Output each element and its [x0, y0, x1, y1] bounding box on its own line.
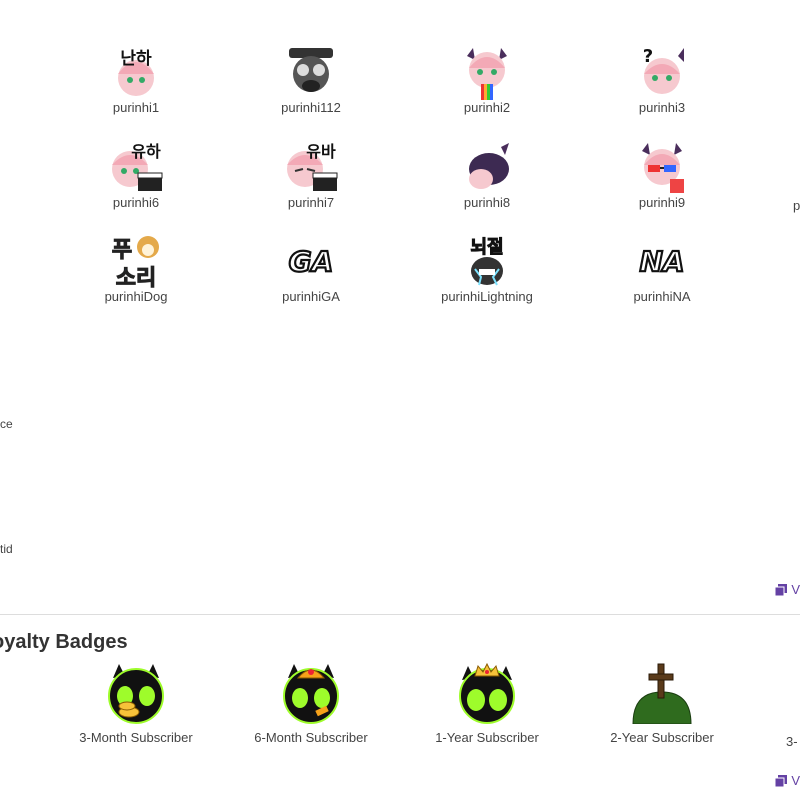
emote-item[interactable]: purinhi8 [412, 139, 562, 211]
emote-overlay-text: 유하 [131, 142, 161, 161]
emote-purinhi8-image [459, 139, 515, 195]
emote-purinhi1-image: 난하 [108, 44, 164, 100]
emote-label: purinhi2 [463, 100, 511, 115]
devil-crown-badge-icon [459, 662, 515, 724]
emote-item[interactable]: NA purinhiNA [587, 233, 737, 305]
emote-overlay-text: ? [643, 46, 653, 67]
emote-label: purinhiDog [104, 289, 168, 304]
devil-helmet-badge-icon [283, 664, 339, 724]
emote-label: purinhiGA [282, 289, 340, 304]
emote-purinhi9-image [634, 139, 690, 195]
emote-item[interactable]: 난하 purinhi1 [61, 44, 211, 116]
badge-label: 1-Year Subscriber [435, 730, 539, 745]
view-all-link[interactable]: V [774, 773, 800, 788]
section-title: oyalty Badges [0, 631, 128, 653]
clipped-side-text: ce [0, 417, 13, 431]
badge-item[interactable]: 3-Month Subscriber [51, 662, 221, 745]
badge-label: 2-Year Subscriber [610, 730, 714, 745]
copy-icon [774, 774, 788, 787]
emote-overlay-text: 푸 [112, 238, 132, 263]
emote-purinhi7-image: 유바 [283, 139, 339, 195]
emote-overlay-text: GA [289, 245, 334, 278]
emote-label-clipped: p [793, 198, 800, 213]
badge-item[interactable]: 2-Year Subscriber [577, 662, 747, 745]
emote-overlay-text: 유바 [306, 142, 336, 161]
emote-item[interactable]: purinhi9 [587, 139, 737, 211]
emote-label: purinhi1 [112, 100, 160, 115]
emote-purinhi3-image: ? [634, 44, 690, 100]
emote-label: purinhiNA [633, 289, 691, 304]
view-all-label: V [791, 582, 800, 597]
badge-label-clipped: 3- [786, 734, 798, 749]
emote-item[interactable]: purinhi2 [412, 44, 562, 116]
emote-item[interactable]: 유하 purinhi6 [61, 139, 211, 211]
badge-label: 6-Month Subscriber [254, 730, 368, 745]
emote-purinhi112-image [283, 44, 339, 100]
emote-purinhiGA-image: GA [283, 233, 339, 289]
emote-item[interactable]: GA purinhiGA [236, 233, 386, 305]
emote-label: purinhi8 [463, 195, 511, 210]
badge-label: 3-Month Subscriber [79, 730, 193, 745]
emote-item[interactable]: 뇌절 purinhiLightning [412, 233, 562, 305]
emote-item[interactable]: purinhi112 [236, 44, 386, 116]
emote-overlay-text: 뇌절 [470, 237, 503, 258]
copy-icon [774, 583, 788, 596]
emote-purinhiLightning-image: 뇌절 [459, 233, 515, 289]
emote-item[interactable]: ? purinhi3 [587, 44, 737, 116]
emote-label: purinhiLightning [441, 289, 533, 304]
emote-label: purinhi112 [281, 100, 341, 115]
emote-label: purinhi3 [638, 100, 686, 115]
emote-label: purinhi9 [638, 195, 686, 210]
emote-purinhiDog-image: 푸 소리 [108, 233, 164, 289]
devil-coins-badge-icon [108, 664, 164, 724]
emote-purinhi6-image: 유하 [108, 139, 164, 195]
emote-overlay-text: 난하 [120, 49, 152, 69]
emote-item[interactable]: 푸 소리 purinhiDog [61, 233, 211, 305]
emote-purinhiNA-image: NA [634, 233, 690, 289]
badge-item[interactable]: 6-Month Subscriber [226, 662, 396, 745]
emote-grid: 난하 purinhi1 purinhi112 purinhi2 ? purinh… [0, 0, 800, 320]
emote-item[interactable]: 유바 purinhi7 [236, 139, 386, 211]
badge-item[interactable]: 1-Year Subscriber [402, 662, 572, 745]
clipped-side-text: tid [0, 542, 13, 556]
emote-overlay-text: 소리 [116, 266, 156, 289]
grave-badge-icon [632, 663, 692, 724]
view-all-label: V [791, 773, 800, 788]
section-divider [0, 614, 800, 615]
emote-purinhi2-image [459, 44, 515, 100]
view-all-link[interactable]: V [774, 582, 800, 597]
emote-overlay-text: NA [639, 245, 684, 278]
emote-label: purinhi6 [112, 195, 160, 210]
emote-label: purinhi7 [287, 195, 335, 210]
